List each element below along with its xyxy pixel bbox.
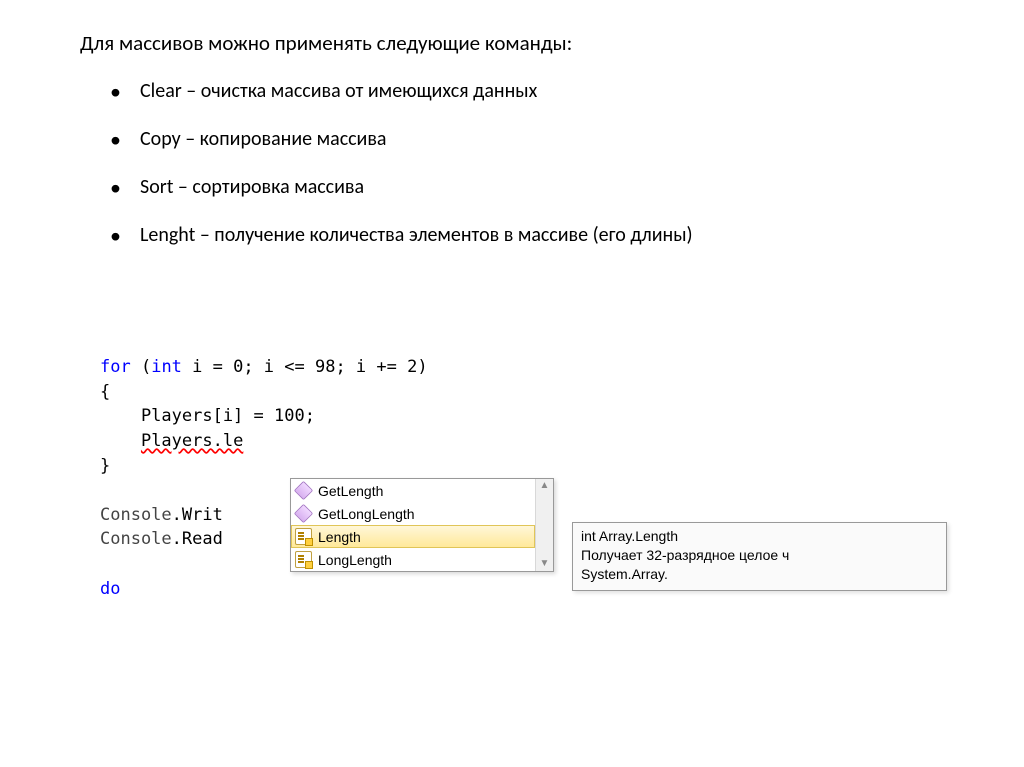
autocomplete-label: Length — [318, 529, 361, 545]
autocomplete-item[interactable]: LongLength — [291, 548, 535, 571]
intro-heading: Для массивов можно применять следующие к… — [80, 30, 964, 56]
bullet-item: Lenght – получение количества элементов … — [120, 222, 964, 248]
autocomplete-scrollbar[interactable]: ▲ ▼ — [535, 479, 553, 571]
tooltip-description: System.Array. — [581, 565, 938, 584]
code-line: for (int i = 0; i <= 98; i += 2) — [100, 355, 1024, 380]
bullet-item: Sort – сортировка массива — [120, 174, 964, 200]
autocomplete-item-selected[interactable]: Length — [291, 525, 535, 548]
bullet-item: Copy – копирование массива — [120, 126, 964, 152]
autocomplete-item[interactable]: GetLength — [291, 479, 535, 502]
syntax-error-text: Players.le — [141, 431, 243, 451]
command-list: Clear – очистка массива от имеющихся дан… — [120, 78, 964, 248]
property-icon — [295, 528, 312, 545]
method-icon — [294, 504, 313, 523]
intellisense-popup[interactable]: GetLength GetLongLength Length LongLengt… — [290, 478, 554, 572]
autocomplete-label: GetLongLength — [318, 506, 415, 522]
autocomplete-label: GetLength — [318, 483, 383, 499]
code-line: Players[i] = 100; — [100, 404, 1024, 429]
scroll-up-icon[interactable]: ▲ — [540, 481, 550, 491]
intellisense-tooltip: int Array.Length Получает 32-разрядное ц… — [572, 522, 947, 591]
autocomplete-item[interactable]: GetLongLength — [291, 502, 535, 525]
autocomplete-label: LongLength — [318, 552, 392, 568]
tooltip-signature: int Array.Length — [581, 527, 938, 546]
method-icon — [294, 481, 313, 500]
bullet-item: Clear – очистка массива от имеющихся дан… — [120, 78, 964, 104]
code-line: { — [100, 380, 1024, 405]
scroll-down-icon[interactable]: ▼ — [540, 559, 550, 569]
tooltip-description: Получает 32-разрядное целое ч — [581, 546, 938, 565]
code-line: } — [100, 454, 1024, 479]
code-line: Players.le — [100, 429, 1024, 454]
property-icon — [295, 551, 312, 568]
